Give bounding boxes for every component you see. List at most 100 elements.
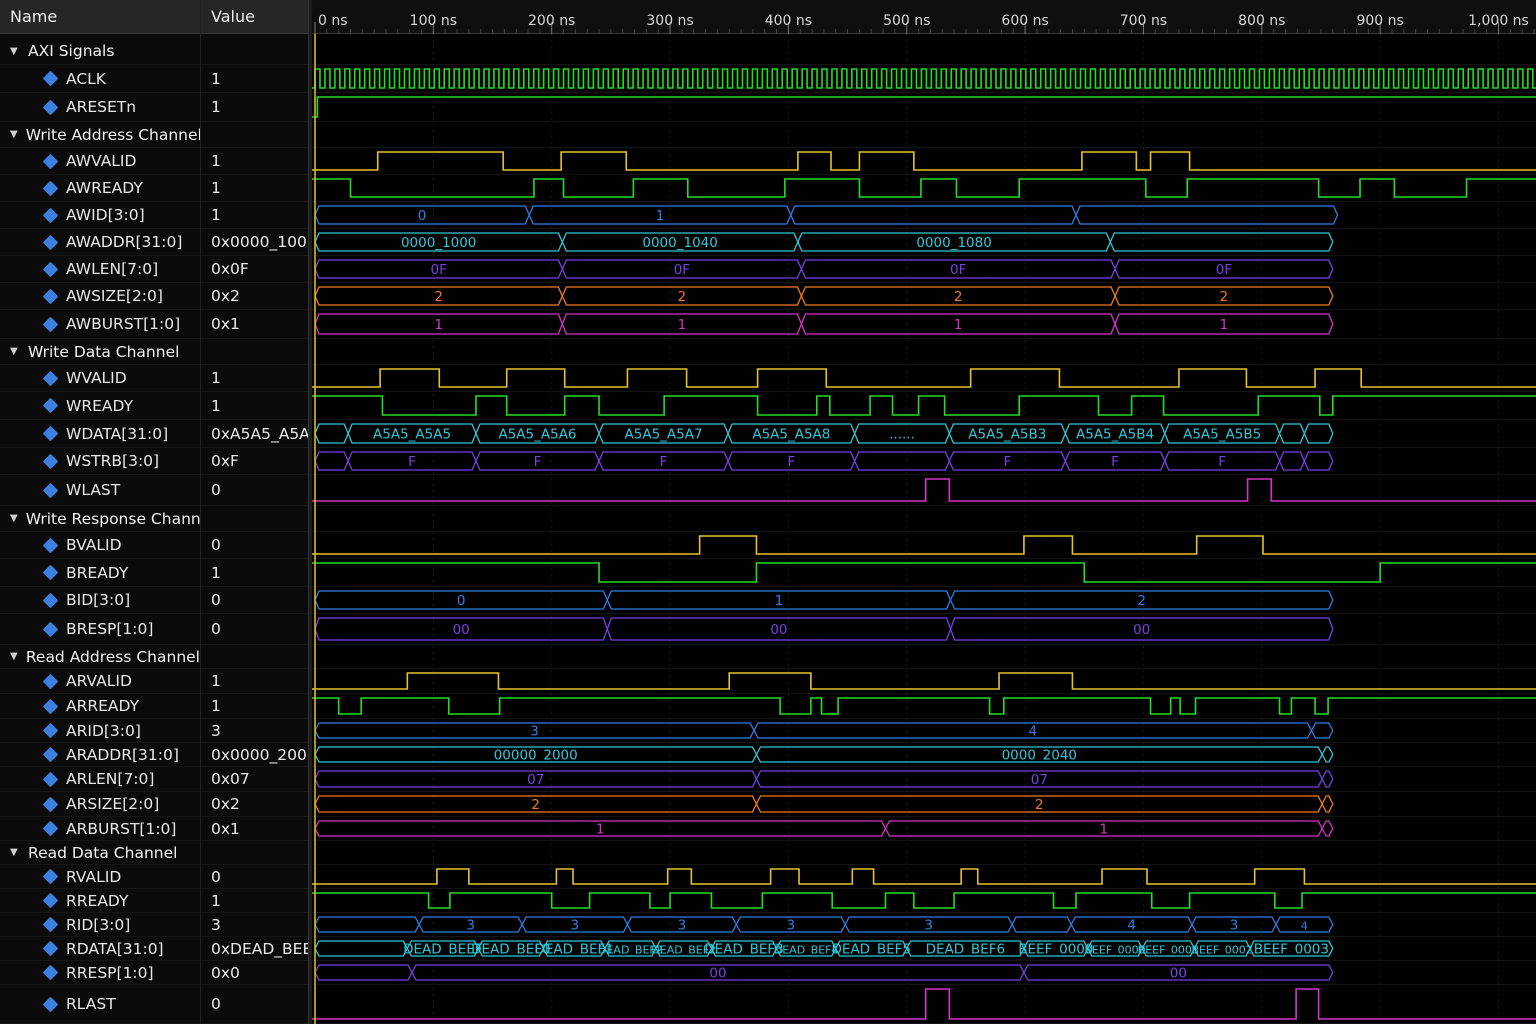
wave-rdata-value-label: DEAD_BEF3 [704, 942, 783, 958]
signal-row-rvalid[interactable]: RVALID [0, 865, 200, 889]
expand-arrow-icon[interactable]: ▼ [10, 346, 20, 357]
signal-row-awlen[interactable]: AWLEN[7:0] [0, 256, 200, 283]
value-column-header[interactable]: Value [201, 0, 309, 34]
signal-row-arlen[interactable]: ARLEN[7:0] [0, 767, 200, 792]
wave-arsize-value-label: 2 [531, 797, 540, 813]
group-write-data-channel[interactable]: ▼ Write Data Channel [0, 339, 200, 365]
wave-wstrb-value-label: F [408, 454, 416, 470]
ruler-tick-label: 900 ns [1356, 13, 1403, 29]
wave-arid-value-label: 3 [530, 724, 539, 740]
ruler-tick-label: 400 ns [765, 13, 812, 29]
signal-row-wdata[interactable]: WDATA[31:0] [0, 420, 200, 448]
signal-row-rresp[interactable]: RRESP[1:0] [0, 961, 200, 985]
wave-awlen-value-label: 0F [674, 262, 690, 278]
wave-rdata-value-label: DEAD_BEF5 [832, 942, 911, 958]
signal-row-wstrb[interactable]: WSTRB[3:0] [0, 448, 200, 475]
signal-name: ARID[3:0] [66, 721, 141, 740]
signal-row-wready[interactable]: WREADY [0, 392, 200, 420]
signal-row-awvalid[interactable]: AWVALID [0, 148, 200, 175]
signal-row-arburst[interactable]: ARBURST[1:0] [0, 817, 200, 841]
signal-name: AWBURST[1:0] [66, 315, 181, 333]
group-write-address-channel[interactable]: ▼ Write Address Channel [0, 122, 202, 148]
ruler-tick-label: 0 ns [318, 13, 348, 29]
signal-row-bresp[interactable]: BRESP[1:0] [0, 614, 200, 645]
expand-arrow-icon[interactable]: ▼ [10, 513, 18, 524]
signal-row-wvalid[interactable]: WVALID [0, 365, 200, 392]
wave-wdata-value-label: ...... [889, 427, 915, 443]
signal-row-arvalid[interactable]: ARVALID [0, 669, 200, 694]
waveform-canvas[interactable]: 0 ns 100 ns 200 ns 300 ns 400 ns 500 ns 600 ns… [312, 0, 1536, 1024]
signal-row-awsize[interactable]: AWSIZE[2:0] [0, 283, 200, 310]
wave-rdata-value-label: DEAD_BEF4 [774, 944, 839, 957]
group-read-address-channel[interactable]: ▼ Read Address Channel [0, 645, 200, 669]
signal-diamond-icon [42, 698, 59, 714]
signal-name: Read Data Channel [28, 843, 178, 862]
expand-arrow-icon[interactable]: ▼ [10, 129, 18, 140]
wave-rid-value-label: 4 [1127, 918, 1136, 934]
group-write-response-channel[interactable]: ▼ Write Response Channel [0, 506, 215, 532]
signal-name: Write Address Channel [25, 125, 202, 144]
signal-name: BRESP[1:0] [66, 620, 154, 638]
wave-wstrb-value-label: F [660, 454, 668, 470]
value-cell: 1 [201, 889, 309, 913]
signal-row-awburst[interactable]: AWBURST[1:0] [0, 310, 200, 339]
signal-row-rdata[interactable]: RDATA[31:0] [0, 937, 200, 961]
signal-name: RREADY [66, 891, 129, 910]
signal-row-awready[interactable]: AWREADY [0, 175, 200, 202]
value-cell: 0 [201, 532, 309, 559]
signal-value: 0x2 [211, 287, 240, 305]
expand-arrow-icon[interactable]: ▼ [10, 847, 20, 858]
signal-row-aresetn[interactable]: ARESETn [0, 93, 200, 122]
signal-name: ARLEN[7:0] [66, 770, 155, 788]
signal-value: 3 [211, 915, 221, 934]
wave-awsize-value-label: 2 [1220, 289, 1229, 305]
wave-arsize-value-label: 2 [1035, 797, 1044, 813]
signal-name: WLAST [66, 481, 121, 499]
signal-row-arid[interactable]: ARID[3:0] [0, 719, 200, 743]
signal-diamond-icon [42, 99, 59, 115]
signal-name: WVALID [66, 369, 127, 387]
signal-diamond-icon [42, 820, 59, 837]
value-column: Value 1 1 1 1 1 0x0000_1000 0x0F 0x2 0x1 1 1 0xA5A5… [200, 0, 321, 1024]
signal-value: 0x0F [211, 260, 249, 278]
wave-bresp-value-label: 00 [770, 622, 787, 638]
signal-name: RLAST [66, 995, 116, 1013]
signal-row-awaddr[interactable]: AWADDR[31:0] [0, 229, 200, 256]
signal-row-arready[interactable]: ARREADY [0, 694, 200, 719]
wave-bid-value-label: 0 [457, 593, 466, 609]
wave-wdata-value-label: A5A5_A5A5 [373, 427, 451, 443]
signal-row-bready[interactable]: BREADY [0, 559, 200, 587]
value-cell: 3 [201, 913, 309, 937]
wave-awlen-value-label: 0F [430, 262, 446, 278]
signal-diamond-icon [42, 261, 59, 277]
value-cell [201, 841, 309, 865]
signal-value: 1 [211, 697, 221, 715]
signal-name: Write Data Channel [28, 342, 180, 361]
signal-row-bvalid[interactable]: BVALID [0, 532, 200, 559]
signal-row-wlast[interactable]: WLAST [0, 475, 200, 506]
signal-row-rready[interactable]: RREADY [0, 889, 200, 913]
group-axi-signals[interactable]: ▼ AXI Signals [0, 38, 200, 65]
wave-wdata-value-label: A5A5_A5B5 [1183, 427, 1261, 443]
signal-row-rlast[interactable]: RLAST [0, 985, 200, 1024]
expand-arrow-icon[interactable]: ▼ [10, 46, 20, 57]
ruler-tick-label: 300 ns [646, 13, 693, 29]
signal-row-bid[interactable]: BID[3:0] [0, 587, 200, 614]
signal-name: Write Response Channel [25, 509, 215, 528]
signal-value: 0x2 [211, 795, 240, 813]
signal-row-rid[interactable]: RID[3:0] [0, 913, 200, 937]
signal-row-aclk[interactable]: ACLK [0, 65, 200, 93]
wave-awsize-value-label: 2 [954, 289, 963, 305]
wave-arburst-value-label: 1 [596, 822, 605, 838]
group-read-data-channel[interactable]: ▼ Read Data Channel [0, 841, 200, 865]
signal-row-awid[interactable]: AWID[3:0] [0, 202, 200, 229]
wave-rdata-value-label: BEEF_0000 [1018, 942, 1093, 958]
name-column-header[interactable]: Name [0, 0, 200, 34]
value-cell: 1 [201, 694, 309, 719]
signal-row-arsize[interactable]: ARSIZE[2:0] [0, 792, 200, 817]
wave-awlen-value-label: 0F [950, 262, 966, 278]
wave-arlen-value-label: 07 [1031, 772, 1048, 788]
expand-arrow-icon[interactable]: ▼ [10, 651, 18, 662]
wave-rid-value-label: 3 [678, 918, 687, 934]
signal-row-araddr[interactable]: ARADDR[31:0] [0, 743, 200, 767]
